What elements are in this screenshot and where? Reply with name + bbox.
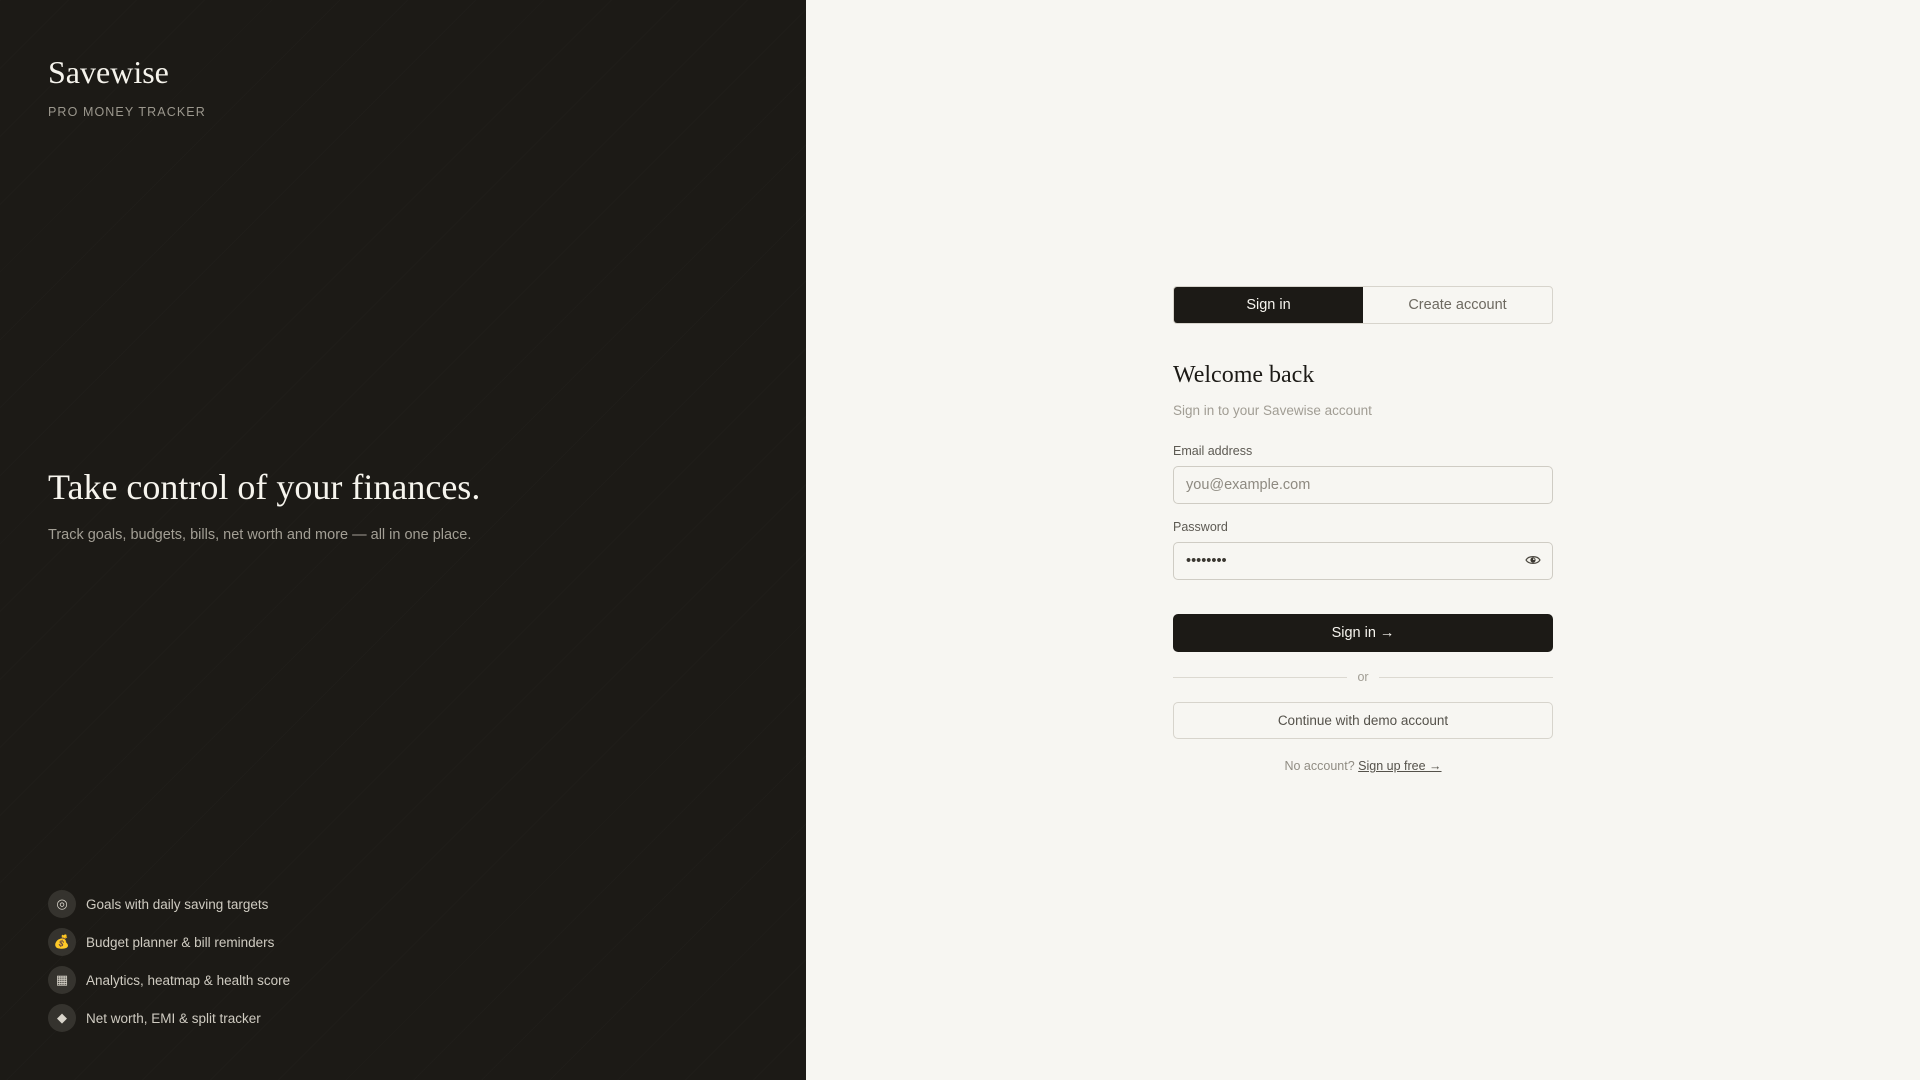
or-divider: or bbox=[1173, 670, 1553, 684]
password-field-wrapper bbox=[1173, 542, 1553, 580]
feature-label: Goals with daily saving targets bbox=[86, 896, 269, 912]
hero-title: Take control of your finances. bbox=[48, 467, 481, 507]
target-icon: ◎ bbox=[48, 890, 76, 918]
email-label: Email address bbox=[1173, 444, 1253, 458]
sign-in-form: Sign in Create account Welcome back Sign… bbox=[1173, 286, 1553, 773]
divider-line bbox=[1378, 676, 1553, 678]
signup-prompt-text: No account? bbox=[1284, 759, 1355, 773]
eye-icon-graphic bbox=[1525, 556, 1541, 564]
feature-label: Analytics, heatmap & health score bbox=[86, 972, 291, 988]
eye-icon[interactable] bbox=[1523, 550, 1543, 570]
demo-account-button[interactable]: Continue with demo account bbox=[1173, 702, 1553, 739]
email-field-wrapper bbox=[1173, 466, 1553, 504]
sign-in-button[interactable]: Sign in → bbox=[1173, 614, 1553, 652]
money-bag-icon: 💰 bbox=[48, 928, 76, 956]
password-label: Password bbox=[1173, 520, 1228, 534]
form-subheading: Sign in to your Savewise account bbox=[1173, 403, 1372, 418]
hero-subtitle: Track goals, budgets, bills, net worth a… bbox=[48, 527, 472, 543]
divider-text: or bbox=[1357, 670, 1369, 684]
feature-label: Net worth, EMI & split tracker bbox=[86, 1010, 261, 1026]
feature-item: ◎ Goals with daily saving targets bbox=[48, 890, 290, 918]
auth-tabs: Sign in Create account bbox=[1173, 286, 1553, 324]
diamond-icon: ◆ bbox=[48, 1004, 76, 1032]
email-field[interactable] bbox=[1173, 466, 1553, 504]
feature-label: Budget planner & bill reminders bbox=[86, 934, 275, 950]
password-field[interactable] bbox=[1173, 542, 1553, 580]
feature-list: ◎ Goals with daily saving targets 💰 Budg… bbox=[48, 890, 290, 1042]
tab-sign-in[interactable]: Sign in bbox=[1174, 287, 1363, 323]
feature-item: 💰 Budget planner & bill reminders bbox=[48, 928, 290, 956]
chart-icon: ▦ bbox=[48, 966, 76, 994]
divider-line bbox=[1173, 676, 1348, 678]
brand-tagline: PRO MONEY TRACKER bbox=[48, 105, 206, 119]
tab-create-account[interactable]: Create account bbox=[1363, 287, 1552, 323]
sign-up-link[interactable]: Sign up free → bbox=[1358, 759, 1441, 773]
feature-item: ▦ Analytics, heatmap & health score bbox=[48, 966, 290, 994]
brand-panel: Savewise PRO MONEY TRACKER Take control … bbox=[0, 0, 806, 1080]
form-heading: Welcome back bbox=[1173, 362, 1315, 388]
auth-panel: Sign in Create account Welcome back Sign… bbox=[806, 0, 1920, 1080]
feature-item: ◆ Net worth, EMI & split tracker bbox=[48, 1004, 290, 1032]
brand-name: Savewise bbox=[48, 54, 169, 90]
signup-prompt: No account? Sign up free → bbox=[1173, 759, 1553, 773]
